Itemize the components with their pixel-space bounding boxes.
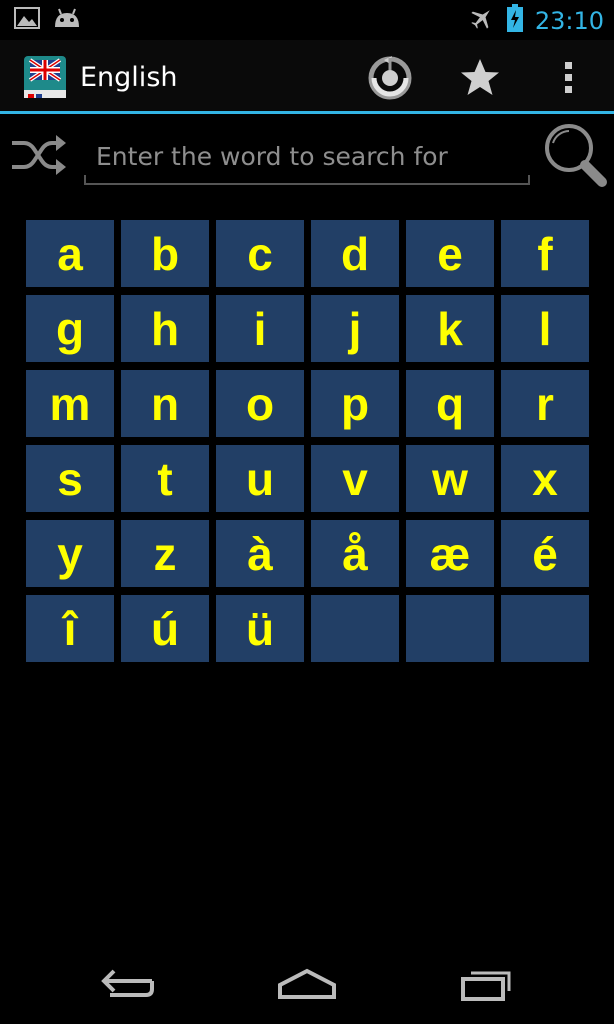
shuffle-icon[interactable] bbox=[8, 131, 68, 179]
letter-tile[interactable]: n bbox=[121, 370, 209, 437]
search-input-edge bbox=[84, 175, 86, 185]
airplane-mode-icon bbox=[469, 5, 495, 36]
letter-tile[interactable]: æ bbox=[406, 520, 494, 587]
letter-tile[interactable]: y bbox=[26, 520, 114, 587]
search-icon[interactable] bbox=[540, 121, 610, 191]
letter-tile[interactable]: ü bbox=[216, 595, 304, 662]
app-title: English bbox=[80, 62, 178, 93]
search-input[interactable] bbox=[84, 129, 530, 185]
letter-tile[interactable]: o bbox=[216, 370, 304, 437]
letter-tile[interactable]: m bbox=[26, 370, 114, 437]
battery-charging-icon bbox=[506, 4, 523, 37]
letter-tile[interactable]: e bbox=[406, 220, 494, 287]
letter-tile[interactable]: c bbox=[216, 220, 304, 287]
letter-tile[interactable]: u bbox=[216, 445, 304, 512]
letter-tile[interactable]: p bbox=[311, 370, 399, 437]
letter-tile[interactable]: d bbox=[311, 220, 399, 287]
navigation-bar bbox=[0, 944, 614, 1024]
action-bar: English bbox=[0, 40, 614, 114]
letter-tile[interactable]: w bbox=[406, 445, 494, 512]
letter-tile[interactable]: à bbox=[216, 520, 304, 587]
letter-tile[interactable]: é bbox=[501, 520, 589, 587]
star-icon[interactable] bbox=[454, 52, 506, 104]
recents-icon[interactable] bbox=[447, 962, 527, 1006]
status-bar: 23:10 bbox=[0, 0, 614, 40]
letter-tile[interactable]: s bbox=[26, 445, 114, 512]
letter-tile[interactable]: z bbox=[121, 520, 209, 587]
empty-tile bbox=[501, 595, 589, 662]
letter-tile[interactable]: a bbox=[26, 220, 114, 287]
letter-tile[interactable]: h bbox=[121, 295, 209, 362]
letter-tile[interactable]: k bbox=[406, 295, 494, 362]
search-input-edge bbox=[528, 175, 530, 185]
image-icon bbox=[14, 7, 40, 34]
android-icon bbox=[52, 7, 82, 34]
letter-tile[interactable]: ú bbox=[121, 595, 209, 662]
letter-tile[interactable]: x bbox=[501, 445, 589, 512]
letter-tile[interactable]: f bbox=[501, 220, 589, 287]
search-row bbox=[0, 117, 614, 197]
overflow-menu-icon[interactable] bbox=[542, 52, 594, 104]
history-icon[interactable] bbox=[364, 52, 416, 104]
clock: 23:10 bbox=[534, 6, 604, 35]
home-icon[interactable] bbox=[267, 962, 347, 1006]
letter-grid: abcdef ghijkl mnopqr stuvwx yzàåæé îúü bbox=[26, 220, 589, 662]
letter-tile[interactable]: i bbox=[216, 295, 304, 362]
letter-tile[interactable]: t bbox=[121, 445, 209, 512]
letter-tile[interactable]: l bbox=[501, 295, 589, 362]
letter-tile[interactable]: b bbox=[121, 220, 209, 287]
letter-tile[interactable]: g bbox=[26, 295, 114, 362]
letter-tile[interactable]: å bbox=[311, 520, 399, 587]
back-icon[interactable] bbox=[88, 962, 168, 1006]
letter-tile[interactable]: j bbox=[311, 295, 399, 362]
letter-tile[interactable]: r bbox=[501, 370, 589, 437]
letter-tile[interactable]: q bbox=[406, 370, 494, 437]
letter-tile[interactable]: v bbox=[311, 445, 399, 512]
empty-tile bbox=[311, 595, 399, 662]
letter-tile[interactable]: î bbox=[26, 595, 114, 662]
empty-tile bbox=[406, 595, 494, 662]
dictionary-flag-icon[interactable] bbox=[22, 54, 68, 100]
